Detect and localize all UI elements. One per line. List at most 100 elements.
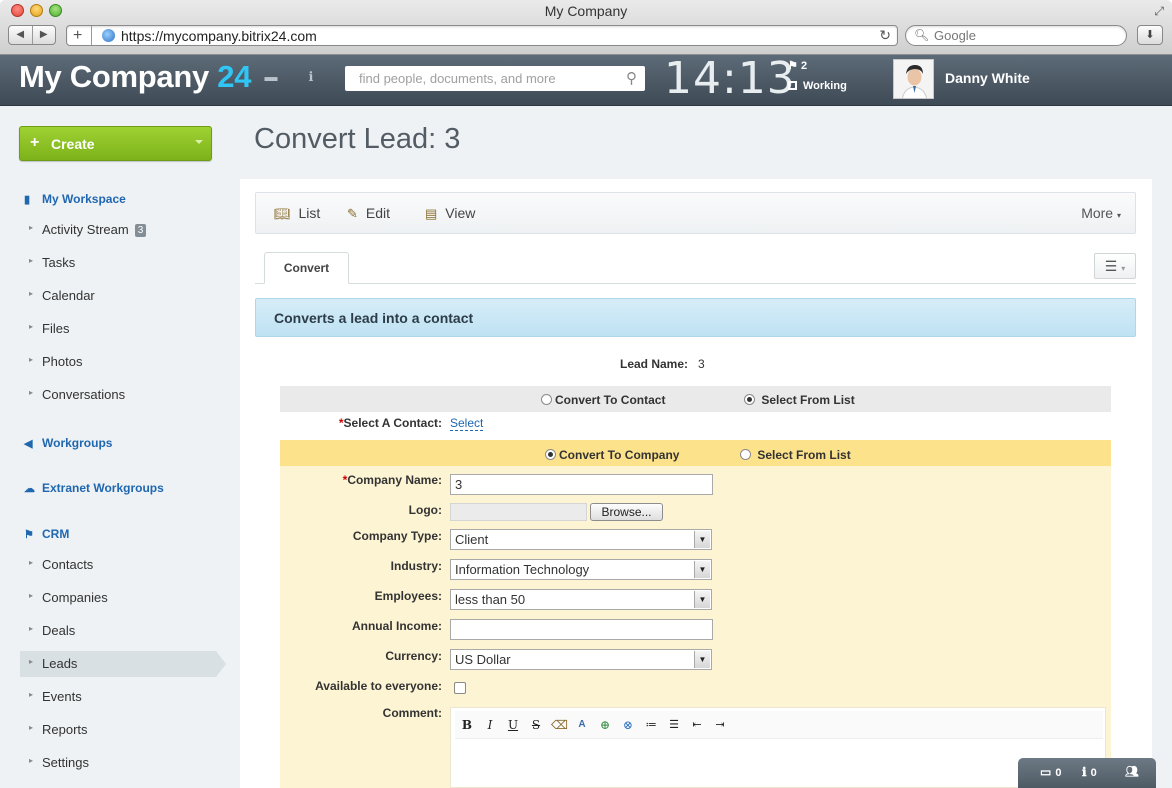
reload-icon[interactable]: ↻	[879, 27, 891, 44]
portal-header: My Company 24 ▬ ℹ find people, documents…	[0, 53, 1172, 106]
select-contact-row: *Select A Contact: Select	[280, 416, 1111, 436]
url-divider	[91, 26, 92, 45]
avatar[interactable]	[893, 59, 934, 99]
sidebar-item-deals[interactable]: ▸ Deals	[20, 618, 216, 644]
sidebar-item-reports[interactable]: ▸ Reports	[20, 717, 216, 743]
link-icon[interactable]: ⊕	[597, 717, 613, 733]
create-button[interactable]: + Create	[19, 126, 212, 161]
tab-convert[interactable]: Convert	[264, 252, 349, 284]
megaphone-icon: ◀	[24, 438, 33, 450]
chevron-down-icon[interactable]: ▼	[694, 561, 710, 578]
chevron-down-icon[interactable]: ▼	[694, 531, 710, 548]
currency-select[interactable]: US Dollar ▼	[450, 649, 712, 670]
sidebar-item-files[interactable]: ▸ Files	[20, 316, 216, 342]
chevron-down-icon[interactable]: ▼	[694, 651, 710, 668]
sidebar-item-text: Deals	[42, 623, 76, 638]
strikethrough-icon[interactable]: S	[528, 717, 544, 733]
radio-indicator[interactable]	[744, 394, 755, 405]
clock[interactable]: 14:13	[664, 53, 796, 104]
portal-search-input[interactable]: find people, documents, and more ⚲	[345, 66, 645, 91]
company-name-input[interactable]: 3	[450, 474, 713, 495]
chevron-down-icon[interactable]: ▼	[694, 591, 710, 608]
sidebar-item-tasks[interactable]: ▸ Tasks	[20, 250, 216, 276]
sidebar-item-companies[interactable]: ▸ Companies	[20, 585, 216, 611]
radio-indicator[interactable]	[541, 394, 552, 405]
industry-select[interactable]: Information Technology ▼	[450, 559, 712, 580]
employees-select[interactable]: less than 50 ▼	[450, 589, 712, 610]
search-icon[interactable]: ⚲	[626, 69, 637, 87]
chat-icon[interactable]: ▬	[263, 69, 279, 85]
select-company-from-list-radio[interactable]: Select From List	[740, 448, 851, 462]
indent-icon[interactable]: ⇥	[712, 717, 728, 733]
sidebar-item-contacts[interactable]: ▸ Contacts	[20, 552, 216, 578]
currency-value: US Dollar	[455, 652, 511, 667]
annual-income-input[interactable]	[450, 619, 713, 640]
outdent-icon[interactable]: ⇤	[689, 717, 705, 733]
radio-label: Select From List	[761, 393, 855, 407]
list-button[interactable]: 📖︎ List	[274, 205, 320, 222]
notifications-counter[interactable]: ℹ0	[1082, 765, 1097, 779]
company-type-select[interactable]: Client ▼	[450, 529, 712, 550]
more-button[interactable]: More ▾	[1081, 205, 1121, 221]
cloud-icon: ☁	[24, 483, 35, 495]
sidebar-item-photos[interactable]: ▸ Photos	[20, 349, 216, 375]
comment-editor[interactable]: B I U S ⌫ A ⊕ ⊗ ≔ ☰ ⇤ ⇥	[450, 707, 1106, 788]
contacts-icon[interactable]: 👥︎	[1125, 765, 1139, 778]
sidebar-item-label: Photos	[42, 354, 82, 369]
left-sidebar: + Create ▮ My Workspace ▸ Activity Stream 3…	[0, 106, 240, 788]
bullet-list-icon[interactable]: ☰	[666, 717, 682, 733]
chevron-right-icon: ▸	[29, 624, 34, 633]
forward-icon[interactable]: ▶	[33, 26, 56, 44]
add-bookmark-icon[interactable]: +	[73, 26, 82, 45]
messages-count: 0	[1055, 767, 1062, 779]
sidebar-item-events[interactable]: ▸ Events	[20, 684, 216, 710]
section-my-workspace[interactable]: ▮ My Workspace	[24, 192, 126, 206]
logo-file-field[interactable]	[450, 503, 587, 521]
sidebar-item-settings[interactable]: ▸ Settings	[20, 750, 216, 776]
sidebar-item-activity-stream[interactable]: ▸ Activity Stream 3	[20, 217, 216, 243]
available-checkbox[interactable]	[454, 682, 466, 694]
section-label: Extranet Workgroups	[42, 481, 164, 495]
sidebar-item-leads[interactable]: ▸ Leads	[20, 651, 226, 677]
info-icon: ℹ	[1082, 765, 1087, 779]
chevron-right-icon: ▸	[29, 690, 34, 699]
info-icon[interactable]: ℹ	[303, 69, 319, 85]
numbered-list-icon[interactable]: ≔	[643, 717, 659, 733]
unlink-icon[interactable]: ⊗	[620, 717, 636, 733]
browse-button[interactable]: Browse...	[590, 503, 663, 521]
portal-logo[interactable]: My Company 24	[19, 59, 251, 95]
radio-indicator[interactable]	[740, 449, 751, 460]
select-contact-link[interactable]: Select	[450, 416, 484, 431]
edit-button[interactable]: ✎ Edit	[347, 205, 390, 222]
work-status[interactable]: Working	[788, 80, 847, 92]
chevron-right-icon: ▸	[29, 657, 34, 666]
radio-indicator[interactable]	[545, 449, 556, 460]
sidebar-item-conversations[interactable]: ▸ Conversations	[20, 382, 216, 408]
sidebar-item-label: Events	[42, 689, 82, 704]
sidebar-item-calendar[interactable]: ▸ Calendar	[20, 283, 216, 309]
font-color-icon[interactable]: A	[574, 717, 590, 733]
section-crm[interactable]: ⚑ CRM	[24, 527, 69, 541]
italic-icon[interactable]: I	[482, 717, 498, 733]
url-text[interactable]: https://mycompany.bitrix24.com	[121, 28, 317, 44]
underline-icon[interactable]: U	[505, 717, 521, 733]
downloads-icon[interactable]: ⬇	[1137, 25, 1163, 45]
section-extranet[interactable]: ☁ Extranet Workgroups	[24, 481, 164, 495]
address-bar[interactable]: + https://mycompany.bitrix24.com ↻	[66, 25, 898, 46]
sidebar-item-label: Leads	[42, 656, 77, 671]
back-icon[interactable]: ◀	[9, 26, 33, 44]
select-contact-from-list-radio[interactable]: Select From List	[744, 393, 855, 407]
messages-counter[interactable]: ▭ 0	[1040, 765, 1061, 779]
fullscreen-icon[interactable]: ⤢	[1154, 4, 1164, 19]
view-button[interactable]: ▤ View	[425, 205, 475, 222]
convert-to-company-radio[interactable]: Convert To Company	[545, 448, 679, 462]
chevron-down-icon[interactable]	[195, 140, 203, 144]
eraser-icon[interactable]: ⌫	[551, 717, 568, 733]
section-workgroups[interactable]: ◀ Workgroups	[24, 436, 112, 450]
user-name[interactable]: Danny White	[945, 70, 1030, 86]
convert-to-contact-radio[interactable]: Convert To Contact	[541, 393, 665, 407]
form-settings-button[interactable]: ☰ ▾	[1094, 253, 1136, 279]
browser-search-field[interactable]: 🔍︎ Google	[905, 25, 1127, 46]
bold-icon[interactable]: B	[459, 717, 475, 733]
flag-counter[interactable]: ⚑ 2	[788, 59, 807, 72]
